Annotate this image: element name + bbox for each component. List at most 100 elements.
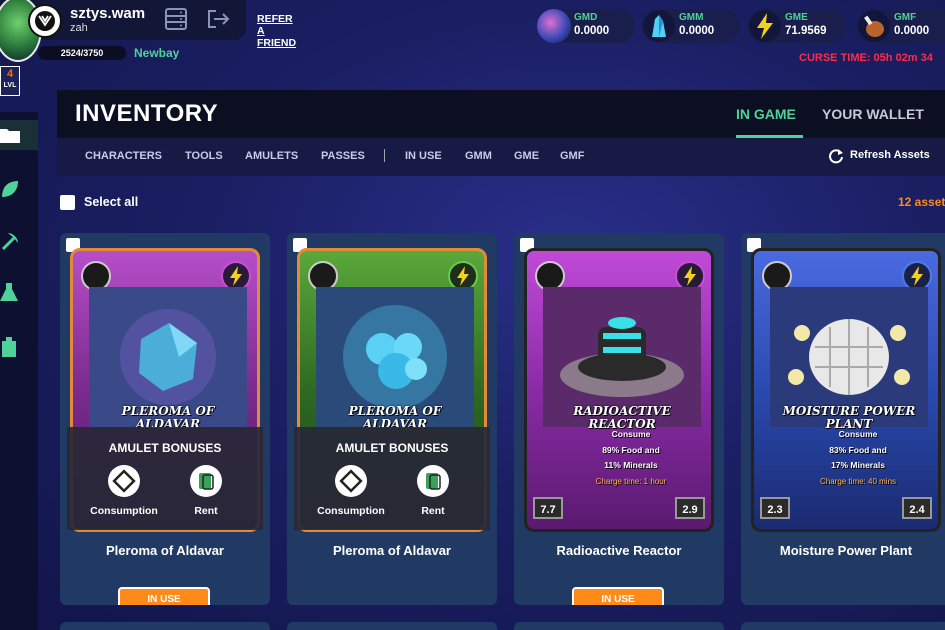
bonus-label-consumption: Consumption [90,505,158,517]
currency-gmm[interactable]: GMM 0.0000 [642,9,740,43]
desc-line: 17% Minerals [831,460,885,470]
charge-time: Charge time: 40 mins [819,476,897,486]
asset-card[interactable]: PLEROMA OF ALDAVAR AMULET BONUSES Consum… [287,233,497,605]
card-art: RADIOACTIVE REACTOR Consume 89% Food and… [524,248,714,532]
desc-line: 11% Minerals [604,460,658,470]
location-label[interactable]: Newbay [134,46,179,60]
page-title: INVENTORY [75,100,219,127]
nav-farming[interactable] [0,174,38,204]
select-all-label[interactable]: Select all [84,195,138,209]
consumption-icon [335,465,367,497]
stat-left: 7.7 [533,497,563,519]
desc-line: Consume [838,429,878,439]
username: sztys.wam [70,5,146,22]
currency-gmf[interactable]: GMF 0.0000 [857,9,945,43]
filter-divider [384,149,385,162]
gme-lightning-icon [748,9,782,43]
in-use-button[interactable]: IN USE [572,587,664,605]
building-icon [2,337,16,357]
card-name: Pleroma of Aldavar [332,543,451,558]
currency-value: 0.0000 [574,25,610,37]
user-subname: zah [70,22,88,34]
asset-card-next-row [741,622,945,630]
refresh-assets-button[interactable]: Refresh Assets [850,149,930,161]
nav-inventory[interactable] [0,120,38,150]
xp-bar: 2524/3750 [38,46,126,60]
asset-count: 12 assets [898,195,945,209]
amulet-bonus-overlay: AMULET BONUSES Consumption Rent [67,427,263,530]
charge-time: Charge time: 1 hour [595,476,667,486]
amulet-bonus-overlay: AMULET BONUSES Consumption Rent [294,427,490,530]
currency-value: 0.0000 [894,25,930,37]
desc-line: 89% Food and [602,444,660,455]
nav-buildings[interactable] [0,332,38,362]
card-name: Pleroma of Aldavar [105,543,224,558]
stat-left: 2.3 [760,497,790,519]
filter-amulets[interactable]: AMULETS [245,150,298,162]
inventory-header: INVENTORY IN GAME YOUR WALLET [57,90,945,138]
filter-tools[interactable]: TOOLS [185,150,223,162]
pickaxe-icon [1,233,18,251]
card-name: Moisture Power Plant [779,543,913,558]
consumption-icon [108,465,140,497]
filter-bar: CHARACTERS TOOLS AMULETS PASSES IN USE G… [57,138,945,176]
bonus-label-consumption: Consumption [317,505,385,517]
card-description: Consume 89% Food and 11% Minerals Charge… [571,427,691,489]
in-use-button[interactable]: IN USE [118,587,210,605]
guild-emblem-icon [28,4,62,38]
currency-name: GMF [894,12,917,23]
nav-lab[interactable] [0,278,38,308]
asset-card-next-row [60,622,270,630]
refer-friend-link[interactable]: REFER A FRIEND [257,13,296,49]
storage-icon[interactable] [164,8,188,30]
currency-name: GME [785,12,808,23]
asset-card-next-row [287,622,497,630]
leaf-icon [2,181,18,197]
gmf-meat-icon [857,9,891,43]
filter-gmf[interactable]: GMF [560,150,584,162]
currency-name: GMD [574,12,598,23]
filter-gme[interactable]: GME [514,150,539,162]
asset-card-next-row [514,622,724,630]
filter-in-use[interactable]: IN USE [405,150,442,162]
tab-in-game[interactable]: IN GAME [736,106,796,122]
top-bar: sztys.wam zah REFER A FRIEND 2524/3750 N… [0,0,945,96]
desc-line: 83% Food and [829,444,887,455]
gmd-coin-icon [537,9,571,43]
flask-icon [0,283,18,301]
level-label: LVL [3,82,17,89]
card-art: MOISTURE POWER PLANT Consume 83% Food an… [751,248,941,532]
stat-right: 2.4 [902,497,932,519]
filter-passes[interactable]: PASSES [321,150,365,162]
asset-card[interactable]: PLEROMA OF ALDAVAR AMULET BONUSES Consum… [60,233,270,605]
card-name: Radioactive Reactor [556,543,682,558]
currency-gme[interactable]: GME 71.9569 [748,9,846,43]
rent-icon [417,465,449,497]
rent-icon [190,465,222,497]
logout-icon[interactable] [206,8,230,30]
bonus-label-rent: Rent [421,505,445,517]
gmm-crystal-icon [642,9,676,43]
card-description: Consume 83% Food and 17% Minerals Charge… [798,427,918,489]
currency-value: 71.9569 [785,25,827,37]
filter-gmm[interactable]: GMM [465,150,492,162]
folder-icon [0,129,20,143]
refresh-icon[interactable] [828,148,844,164]
currency-value: 0.0000 [679,25,715,37]
currency-name: GMM [679,12,704,23]
bonus-title: AMULET BONUSES [108,441,222,455]
level-number: 4 [6,68,14,80]
asset-card[interactable]: RADIOACTIVE REACTOR Consume 89% Food and… [514,233,724,605]
bonus-title: AMULET BONUSES [335,441,449,455]
select-all-checkbox[interactable] [60,195,75,210]
tab-your-wallet[interactable]: YOUR WALLET [822,106,924,122]
side-nav [0,112,38,630]
filter-characters[interactable]: CHARACTERS [85,150,162,162]
level-badge: 4 LVL [0,66,20,96]
curse-timer: CURSE TIME: 05h 02m 34 [799,52,933,64]
user-block: sztys.wam zah REFER A FRIEND [0,0,296,62]
nav-mining[interactable] [0,226,38,256]
asset-card[interactable]: MOISTURE POWER PLANT Consume 83% Food an… [741,233,945,605]
currency-gmd[interactable]: GMD 0.0000 [537,9,635,43]
bonus-label-rent: Rent [194,505,218,517]
